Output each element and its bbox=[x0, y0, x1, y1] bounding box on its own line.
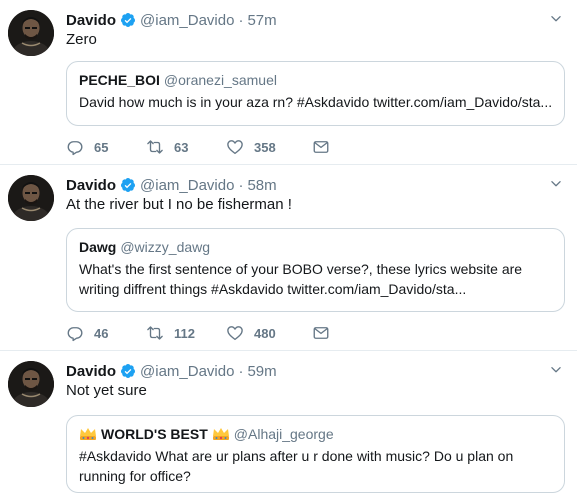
reply-icon bbox=[66, 324, 84, 342]
crown-icon bbox=[212, 427, 230, 441]
tweet-header: Davido @iam_Davido · 58m bbox=[66, 175, 277, 195]
separator-dot: · bbox=[238, 362, 244, 380]
retweet-button[interactable]: 63 bbox=[146, 138, 226, 156]
verified-icon bbox=[120, 363, 136, 379]
quoted-author-name: PECHE_BOI bbox=[79, 72, 160, 88]
quoted-tweet[interactable]: Dawg @wizzy_dawg What's the first senten… bbox=[66, 228, 565, 312]
tweet-text: Zero bbox=[66, 31, 97, 48]
timestamp[interactable]: 59m bbox=[247, 363, 276, 380]
tweet[interactable]: Davido @iam_Davido · 57m Zero PECHE_BOI … bbox=[0, 0, 577, 165]
avatar[interactable] bbox=[8, 10, 54, 56]
quoted-text: David how much is in your aza rn? #Askda… bbox=[79, 94, 552, 110]
direct-message-button[interactable] bbox=[312, 324, 392, 342]
tweet[interactable]: Davido @iam_Davido · 58m At the river bu… bbox=[0, 165, 577, 351]
avatar[interactable] bbox=[8, 175, 54, 221]
author-handle[interactable]: @iam_Davido bbox=[140, 363, 234, 380]
quoted-text: What's the first sentence of your BOBO v… bbox=[79, 261, 523, 297]
like-button[interactable]: 358 bbox=[226, 138, 312, 156]
reply-count: 65 bbox=[94, 139, 109, 155]
retweet-button[interactable]: 112 bbox=[146, 324, 226, 342]
verified-icon bbox=[120, 177, 136, 193]
separator-dot: · bbox=[238, 176, 244, 194]
avatar[interactable] bbox=[8, 361, 54, 407]
tweet-actions: 65 63 358 bbox=[66, 137, 392, 157]
quoted-author-handle: @wizzy_dawg bbox=[120, 239, 211, 255]
quoted-tweet[interactable]: PECHE_BOI @oranezi_samuel David how much… bbox=[66, 61, 565, 126]
reply-icon bbox=[66, 138, 84, 156]
author-name[interactable]: Davido bbox=[66, 363, 116, 380]
reply-button[interactable]: 65 bbox=[66, 138, 146, 156]
reply-button[interactable]: 46 bbox=[66, 324, 146, 342]
like-count: 358 bbox=[254, 139, 276, 155]
like-count: 480 bbox=[254, 325, 276, 341]
like-button[interactable]: 480 bbox=[226, 324, 312, 342]
tweet-actions: 46 112 480 bbox=[66, 323, 392, 343]
author-name[interactable]: Davido bbox=[66, 12, 116, 29]
message-icon bbox=[312, 138, 330, 156]
chevron-down-icon[interactable] bbox=[549, 363, 563, 377]
message-icon bbox=[312, 324, 330, 342]
chevron-down-icon[interactable] bbox=[549, 177, 563, 191]
quoted-author-handle: @oranezi_samuel bbox=[163, 72, 277, 88]
author-handle[interactable]: @iam_Davido bbox=[140, 177, 234, 194]
retweet-icon bbox=[146, 138, 164, 156]
verified-icon bbox=[120, 12, 136, 28]
quoted-author-handle: @Alhaji_george bbox=[233, 426, 334, 442]
tweet-text: Not yet sure bbox=[66, 382, 147, 399]
reply-count: 46 bbox=[94, 325, 109, 341]
quoted-author-name: Dawg bbox=[79, 239, 117, 255]
retweet-icon bbox=[146, 324, 164, 342]
separator-dot: · bbox=[238, 11, 244, 29]
quoted-tweet[interactable]: WORLD'S BEST @Alhaji_george #Askdavido W… bbox=[66, 415, 565, 493]
quoted-text: #Askdavido What are ur plans after u r d… bbox=[79, 448, 514, 484]
quoted-author-name: WORLD'S BEST bbox=[101, 426, 208, 442]
like-icon bbox=[226, 138, 244, 156]
tweet-header: Davido @iam_Davido · 57m bbox=[66, 10, 277, 30]
crown-icon bbox=[79, 427, 97, 441]
timestamp[interactable]: 57m bbox=[247, 12, 276, 29]
tweet[interactable]: Davido @iam_Davido · 59m Not yet sure WO… bbox=[0, 351, 577, 500]
timestamp[interactable]: 58m bbox=[247, 177, 276, 194]
chevron-down-icon[interactable] bbox=[549, 12, 563, 26]
retweet-count: 112 bbox=[174, 325, 195, 341]
retweet-count: 63 bbox=[174, 139, 189, 155]
tweet-header: Davido @iam_Davido · 59m bbox=[66, 361, 277, 381]
author-handle[interactable]: @iam_Davido bbox=[140, 12, 234, 29]
author-name[interactable]: Davido bbox=[66, 177, 116, 194]
tweet-text: At the river but I no be fisherman ! bbox=[66, 196, 292, 213]
direct-message-button[interactable] bbox=[312, 138, 392, 156]
like-icon bbox=[226, 324, 244, 342]
